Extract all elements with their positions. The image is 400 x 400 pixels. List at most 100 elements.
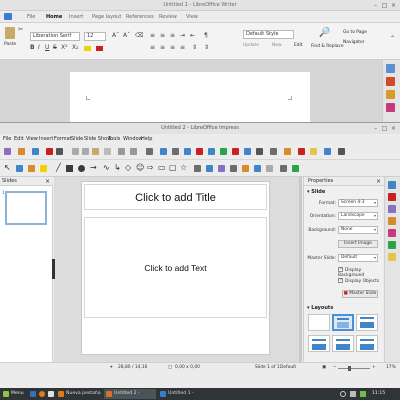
pilcrow-icon[interactable]: ¶ [204, 32, 208, 40]
grow-font-icon[interactable]: Aˆ [112, 32, 119, 40]
maximize-icon[interactable]: □ [381, 125, 388, 132]
fontwork-icon[interactable] [232, 148, 239, 155]
start-menu-button[interactable]: Menu [11, 388, 24, 400]
writer-window[interactable]: Untitled 1 - LibreOffice Writer – □ × Fi… [0, 0, 400, 122]
master-slides-icon[interactable] [388, 217, 396, 225]
cut-icon[interactable] [72, 148, 79, 155]
update-style-button[interactable]: Update [243, 43, 259, 48]
clone-formatting-icon[interactable] [104, 148, 111, 155]
distribute-icon[interactable] [242, 165, 249, 172]
animation-icon[interactable] [388, 205, 396, 213]
clock[interactable]: 11:15 [372, 388, 385, 400]
styles-icon[interactable] [386, 77, 395, 86]
layout-title-two-content[interactable] [356, 335, 378, 352]
find-replace-button[interactable]: Find & Replace [311, 44, 344, 49]
tab-page-layout[interactable]: Page layout [92, 14, 121, 20]
writer-titlebar[interactable]: Untitled 1 - LibreOffice Writer – □ × [0, 0, 400, 11]
ellipse-icon[interactable] [78, 165, 85, 172]
justify-icon[interactable]: ≡ [180, 44, 185, 52]
menu-view[interactable]: View [26, 136, 38, 142]
subscript-icon[interactable]: X₂ [72, 44, 79, 52]
paste-icon[interactable] [92, 148, 99, 155]
show-desktop-icon[interactable] [30, 391, 36, 397]
orientation-dropdown[interactable]: Landscape [338, 212, 378, 220]
redo-icon[interactable] [130, 148, 137, 155]
edit-style-button[interactable]: Edit [294, 43, 303, 48]
rotate-icon[interactable] [206, 165, 213, 172]
tab-insert[interactable]: Insert [69, 14, 83, 20]
slide-canvas[interactable]: Click to add Title Click to add Text [81, 181, 270, 355]
menu-help[interactable]: Help [141, 136, 152, 142]
network-icon[interactable] [340, 391, 346, 397]
symbol-shapes-icon[interactable]: ☺ [136, 163, 144, 172]
clear-format-icon[interactable]: ⌫ [135, 32, 143, 40]
font-color-icon[interactable] [96, 46, 103, 51]
slide-section-title[interactable]: ▾ Slide [307, 189, 325, 195]
new-slide-icon[interactable] [338, 148, 345, 155]
crop-icon[interactable] [266, 165, 273, 172]
impress-titlebar[interactable]: Untitled 2 - LibreOffice Impress – □ × [0, 123, 400, 134]
align-right-icon[interactable]: ≡ [170, 44, 175, 52]
master-slide-icon[interactable] [324, 148, 331, 155]
superscript-icon[interactable]: X² [61, 44, 68, 52]
cut-icon[interactable]: ✂ [18, 26, 23, 34]
taskbar-item-writer[interactable]: Untitled 1 - LibreOffi... [158, 389, 212, 399]
slide-thumbnail[interactable] [5, 191, 47, 225]
paragraph-style-field[interactable]: Default Style [243, 30, 294, 39]
font-name-field[interactable]: Liberation Serif [30, 32, 80, 41]
flowchart-icon[interactable]: ▭ [158, 163, 166, 172]
writer-page[interactable] [70, 72, 310, 122]
new-icon[interactable] [4, 148, 11, 155]
display-background-checkbox[interactable]: Display Background [338, 266, 383, 278]
highlight-icon[interactable] [84, 46, 91, 51]
comment-icon[interactable] [284, 148, 291, 155]
layouts-section-title[interactable]: ▾ Layouts [307, 305, 333, 311]
textbox-icon[interactable] [244, 148, 251, 155]
underline-icon[interactable]: U [45, 44, 49, 52]
volume-icon[interactable] [350, 391, 356, 397]
format-dropdown[interactable]: Screen 4:3 [338, 199, 378, 207]
italic-icon[interactable]: I [38, 44, 40, 52]
select-icon[interactable]: ↖ [4, 163, 11, 172]
arrow-icon[interactable]: → [90, 163, 97, 172]
toggle-extrusion-icon[interactable] [292, 165, 299, 172]
image-icon[interactable] [184, 148, 191, 155]
close-pane-icon[interactable]: × [45, 177, 50, 186]
zoom-slider-track[interactable] [338, 368, 370, 369]
line-color-icon[interactable] [28, 165, 35, 172]
pane-collapse-handle[interactable] [52, 259, 55, 279]
tab-view[interactable]: View [186, 14, 198, 20]
paste-label[interactable]: Paste [4, 42, 16, 47]
filter-icon[interactable] [280, 165, 287, 172]
align-left-icon[interactable]: ≡ [150, 44, 155, 52]
shadow-icon[interactable] [254, 165, 261, 172]
close-icon[interactable]: × [390, 125, 397, 132]
zoom-out-icon[interactable]: − [333, 363, 337, 373]
properties-icon[interactable] [388, 181, 396, 189]
zoom-slider-thumb[interactable] [348, 366, 351, 371]
helplines-icon[interactable] [172, 148, 179, 155]
gallery-icon[interactable] [386, 90, 395, 99]
arrange-icon[interactable] [230, 165, 237, 172]
content-placeholder-text[interactable]: Click to add Text [85, 263, 266, 273]
slide-workspace[interactable]: Click to add Title Click to add Text [52, 177, 302, 362]
menu-icon[interactable] [3, 391, 9, 397]
maximize-icon[interactable]: □ [381, 2, 388, 9]
close-icon[interactable]: × [390, 2, 397, 9]
menu-file[interactable]: File [3, 136, 11, 142]
outdent-icon[interactable]: ⇤ [190, 32, 195, 40]
numbering-icon[interactable]: ≡ [160, 32, 165, 40]
fit-slide-icon[interactable]: ▣ [322, 363, 326, 373]
content-placeholder[interactable]: Click to add Text [84, 217, 267, 318]
zoom-level[interactable]: 17% [386, 363, 396, 373]
connector-icon[interactable]: ↳ [114, 163, 121, 172]
close-pane-icon[interactable]: × [376, 177, 381, 186]
minimize-icon[interactable]: – [372, 125, 379, 132]
font-size-field[interactable]: 12 [84, 32, 106, 41]
indent-icon[interactable]: ⇥ [180, 32, 185, 40]
tab-review[interactable]: Review [159, 14, 177, 20]
3d-objects-icon[interactable] [194, 165, 201, 172]
menu-window[interactable]: Window [123, 136, 143, 142]
paragraph-spacing-icon[interactable]: ⇕ [204, 44, 209, 52]
tab-references[interactable]: References [126, 14, 154, 20]
